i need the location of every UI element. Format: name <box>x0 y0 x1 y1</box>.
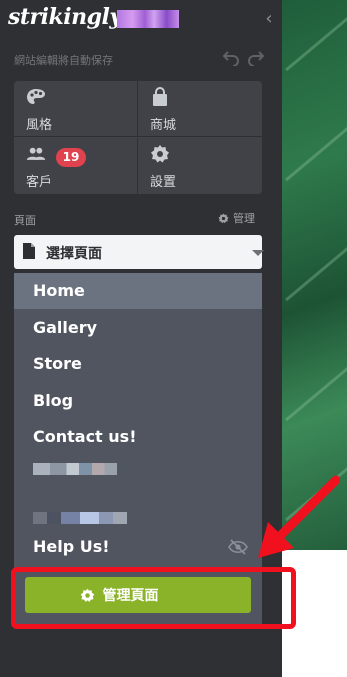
gear-icon <box>218 213 229 223</box>
manage-pages-link[interactable]: 管理 <box>218 210 255 226</box>
chevron-down-icon <box>252 250 264 256</box>
page-item-home[interactable]: Home <box>14 273 262 309</box>
sidebar-header: strikingly ‹ <box>0 0 282 40</box>
page-item-gallery[interactable]: Gallery <box>14 310 262 346</box>
annotation-arrow <box>258 475 340 558</box>
redacted-page-name <box>33 463 117 475</box>
user-name-redacted <box>117 10 179 28</box>
page-item-redacted-2[interactable] <box>14 492 262 528</box>
page-item-help-us[interactable]: Help Us! <box>14 529 262 565</box>
autosave-notice: 網站編輯將自動保存 <box>14 54 113 67</box>
manage-pages-button[interactable]: 管理頁面 <box>25 577 251 613</box>
gear-icon <box>151 145 169 163</box>
page-item-store[interactable]: Store <box>14 346 262 382</box>
gear-icon <box>80 588 94 602</box>
undo-icon[interactable] <box>222 48 240 66</box>
store-menu-label: 商城 <box>150 118 177 133</box>
settings-menu-button[interactable]: 設置 <box>138 138 262 194</box>
shopping-bag-icon <box>153 87 167 106</box>
page-item-label: Help Us! <box>33 537 110 556</box>
manage-link-label: 管理 <box>233 212 255 225</box>
pages-section-label: 頁面 <box>14 214 36 227</box>
palette-icon <box>27 89 45 104</box>
page-item-blog[interactable]: Blog <box>14 383 262 419</box>
redacted-page-name <box>33 512 127 524</box>
people-icon <box>26 147 46 160</box>
style-menu-button[interactable]: 風格 <box>14 81 138 137</box>
customers-menu-label: 客戶 <box>26 175 53 190</box>
store-menu-button[interactable]: 商城 <box>138 81 262 137</box>
page-item-contact[interactable]: Contact us! <box>14 419 262 455</box>
customers-count-badge: 19 <box>56 148 86 167</box>
strikingly-logo: strikingly <box>8 4 122 30</box>
collapse-sidebar-icon[interactable]: ‹ <box>262 10 276 28</box>
settings-menu-label: 設置 <box>150 175 177 190</box>
site-preview-image <box>282 0 347 550</box>
style-menu-label: 風格 <box>26 118 53 133</box>
manage-pages-button-label: 管理頁面 <box>102 588 159 604</box>
quick-menu-grid: 風格 商城 19 客戶 設置 <box>14 81 262 194</box>
page-select-label: 選擇頁面 <box>46 246 102 262</box>
redo-icon[interactable] <box>247 48 265 66</box>
customers-menu-button[interactable]: 19 客戶 <box>14 138 138 194</box>
page-select-dropdown[interactable]: 選擇頁面 <box>14 235 264 269</box>
page-item-redacted-1[interactable] <box>14 456 262 492</box>
document-icon <box>23 243 35 259</box>
